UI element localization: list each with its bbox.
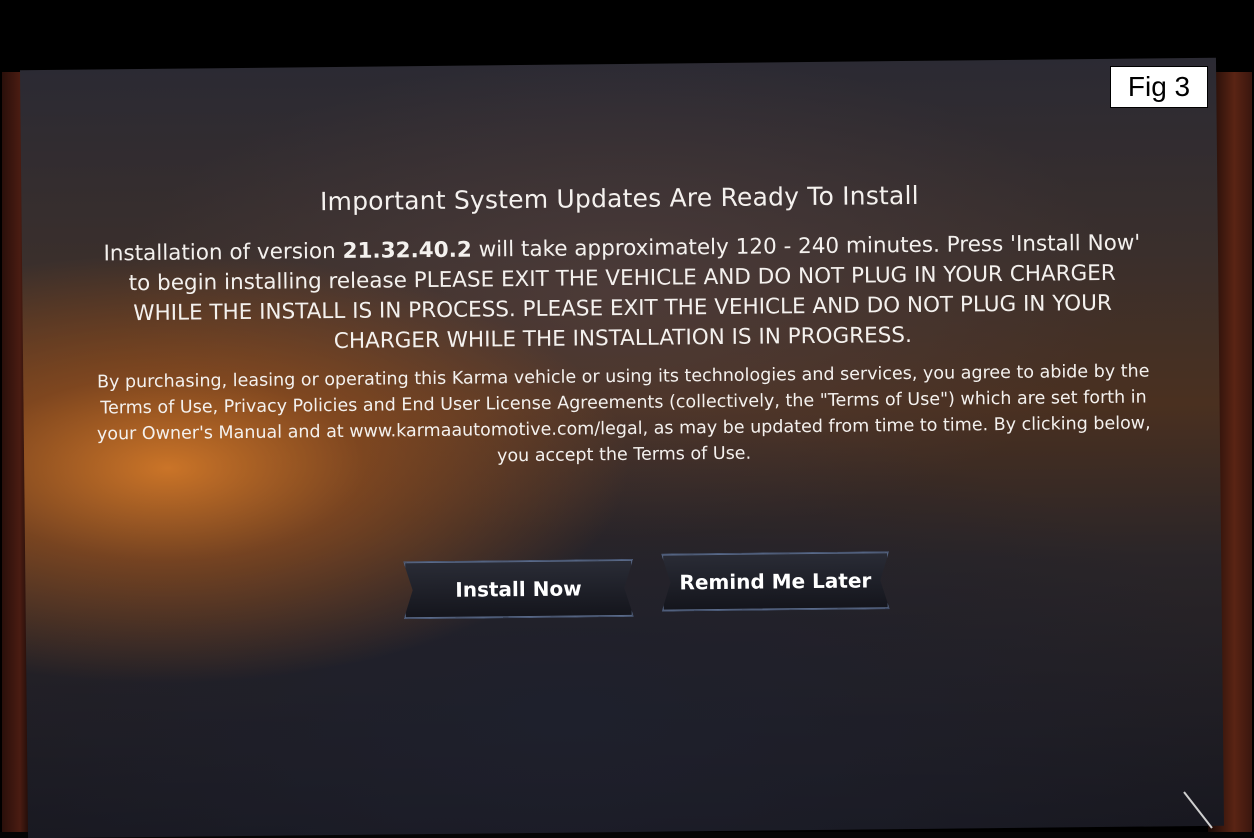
- version-number: 21.32.40.2: [342, 237, 472, 264]
- duration-range: 120 - 240: [735, 233, 840, 260]
- screen-corner-glint: [1183, 791, 1213, 829]
- infotainment-screen: Important System Updates Are Ready To In…: [20, 57, 1224, 838]
- dialog-body: Installation of version 21.32.40.2 will …: [102, 229, 1143, 360]
- figure-label: Fig 3: [1110, 66, 1208, 108]
- remind-me-later-button[interactable]: Remind Me Later: [661, 551, 890, 611]
- install-now-button[interactable]: Install Now: [403, 559, 634, 619]
- body-mid: will take approximately: [471, 234, 736, 263]
- legal-terms: By purchasing, leasing or operating this…: [96, 361, 1151, 467]
- photo-frame: Important System Updates Are Ready To In…: [0, 0, 1254, 838]
- update-dialog: Important System Updates Are Ready To In…: [20, 58, 1224, 838]
- dialog-title: Important System Updates Are Ready To In…: [319, 180, 919, 217]
- body-prefix: Installation of version: [103, 238, 343, 267]
